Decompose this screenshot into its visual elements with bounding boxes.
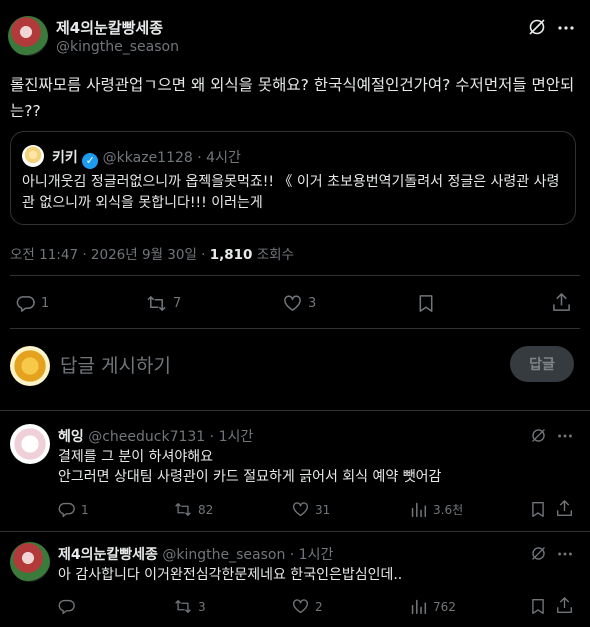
- reply-avatar[interactable]: [10, 542, 50, 582]
- retweet-button[interactable]: 3: [174, 598, 206, 615]
- current-user-avatar: [10, 346, 50, 386]
- reply-handle[interactable]: @kingthe_season: [162, 547, 285, 563]
- tweet-timestamp[interactable]: 오전 11:47 · 2026년 9월 30일 ·: [10, 247, 210, 263]
- reply-time[interactable]: · 1시간: [210, 429, 254, 445]
- author-avatar[interactable]: [8, 16, 48, 56]
- like-count: 2: [315, 599, 323, 614]
- views-count: 762: [433, 599, 456, 614]
- heart-icon: [293, 502, 308, 517]
- share-icon[interactable]: [556, 597, 573, 614]
- reply-text-line: 안그러면 상대팀 사령관이 카드 절묘하게 긁어서 회식 예약 뺏어감: [58, 469, 442, 485]
- reply-icon: [58, 599, 75, 614]
- analytics-icon: [411, 502, 427, 518]
- more-options-icon[interactable]: [556, 545, 574, 563]
- reply-count: 1: [41, 296, 50, 311]
- views-count: 3.6천: [433, 503, 464, 517]
- reply-icon: [58, 502, 75, 517]
- reply-icon: [16, 296, 35, 312]
- quoted-tweet-card[interactable]: 키키 ✓ @kkaze1128 · 4시간 아니개웃김 정글러없으니까 옵젝을못…: [10, 131, 576, 225]
- bookmark-icon[interactable]: [417, 294, 435, 313]
- reply-text-line: 아 감사합니다 이거완전심각한문제네요 한국인은밥심인데..: [58, 567, 403, 583]
- quoted-handle: @kkaze1128: [102, 150, 193, 166]
- retweet-icon: [175, 503, 191, 516]
- reply-count: 1: [81, 502, 89, 517]
- reply-avatar[interactable]: [10, 424, 50, 464]
- reply-button[interactable]: 1: [58, 501, 89, 518]
- view-label: 조회수: [256, 247, 295, 263]
- analytics-icon: [411, 599, 427, 615]
- reply-display-name[interactable]: 제4의눈칼빵세종: [58, 547, 158, 563]
- retweet-icon: [175, 600, 191, 613]
- more-options-icon[interactable]: [556, 18, 576, 38]
- more-options-icon[interactable]: [556, 427, 574, 445]
- grok-icon[interactable]: [530, 427, 547, 444]
- like-button[interactable]: 3: [283, 294, 316, 313]
- retweet-icon: [147, 296, 166, 311]
- heart-icon: [284, 295, 301, 311]
- retweet-count: 7: [173, 296, 182, 311]
- reply-input[interactable]: 답글 게시하기: [60, 351, 171, 378]
- share-icon[interactable]: [552, 293, 571, 312]
- bookmark-icon[interactable]: [530, 501, 546, 518]
- like-count: 3: [308, 296, 317, 311]
- grok-icon[interactable]: [527, 17, 547, 37]
- quoted-time: 4시간: [206, 150, 241, 166]
- retweet-button[interactable]: 7: [146, 294, 181, 313]
- quoted-text: 아니개웃김 정글러없으니까 옵젝을못먹죠!! 《 이거 초보용번역기돌려서 정글…: [22, 174, 560, 211]
- reply-submit-button[interactable]: 답글: [510, 346, 574, 382]
- verified-badge-icon: ✓: [82, 152, 99, 169]
- like-button[interactable]: 2: [292, 598, 323, 615]
- reply-button[interactable]: [58, 598, 81, 615]
- reply-text-line: 결제를 그 분이 하셔야해요: [58, 449, 214, 465]
- reply-handle[interactable]: @cheeduck7131: [88, 429, 205, 445]
- author-handle[interactable]: @kingthe_season: [56, 39, 179, 55]
- reply-display-name[interactable]: 헤잉: [58, 429, 84, 445]
- like-button[interactable]: 31: [292, 501, 330, 518]
- view-count: 1,810: [209, 247, 253, 263]
- like-count: 31: [315, 502, 331, 517]
- share-icon[interactable]: [556, 500, 573, 517]
- views-button[interactable]: 762: [410, 598, 456, 615]
- retweet-count: 3: [198, 599, 206, 614]
- views-button[interactable]: 3.6천: [410, 501, 463, 518]
- grok-icon[interactable]: [530, 545, 547, 562]
- reply-time[interactable]: · 1시간: [290, 547, 334, 563]
- reply-button[interactable]: 1: [16, 294, 49, 313]
- tweet-text: 롤진짜모름 사령관업ㄱ으면 왜 외식을 못해요? 한국식예절인건가여? 수저먼저…: [10, 76, 575, 120]
- quoted-display-name: 키키: [52, 150, 78, 166]
- retweet-count: 82: [198, 502, 214, 517]
- heart-icon: [293, 599, 308, 614]
- bookmark-icon[interactable]: [530, 598, 546, 615]
- quoted-avatar: [22, 145, 44, 167]
- author-display-name[interactable]: 제4의눈칼빵세종: [56, 17, 163, 38]
- retweet-button[interactable]: 82: [174, 501, 213, 518]
